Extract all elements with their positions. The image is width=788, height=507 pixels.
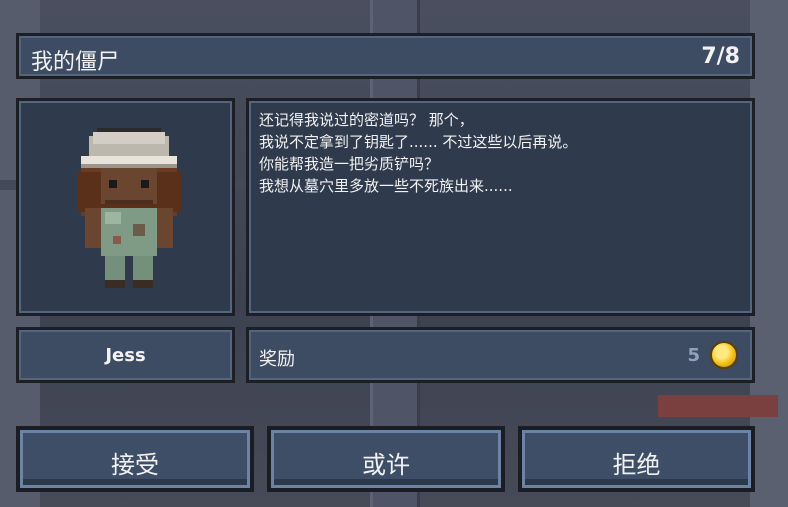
quest-title-bar: 我的僵尸 7/8: [16, 33, 755, 79]
reward-label: 奖励: [259, 349, 295, 370]
quest-title: 我的僵尸: [31, 50, 120, 75]
background-wall-right: [750, 0, 788, 507]
gold-coin-icon: [710, 341, 738, 369]
maybe-button-label: 或许: [362, 451, 410, 479]
dialog-panel: 还记得我说过的密道吗？ 那个， 我说不定拿到了钥匙了...... 不过这些以后再…: [246, 98, 755, 316]
dialog-line: 你能帮我造一把劣质铲吗？: [259, 155, 440, 173]
accept-button[interactable]: 接受: [16, 426, 254, 492]
zombie-portrait: [77, 128, 181, 288]
dialog-line: 我想从墓穴里多放一些不死族出来......: [259, 177, 513, 195]
quest-count: 7/8: [701, 44, 740, 69]
reward-panel: 奖励 5: [246, 327, 755, 383]
maybe-button[interactable]: 或许: [267, 426, 505, 492]
accept-button-label: 接受: [111, 451, 159, 479]
refuse-button-label: 拒绝: [612, 451, 661, 479]
character-name: Jess: [105, 345, 146, 366]
dialog-text: 还记得我说过的密道吗？ 那个， 我说不定拿到了钥匙了...... 不过这些以后再…: [259, 109, 742, 197]
dialog-line: 还记得我说过的密道吗？ 那个，: [259, 111, 474, 129]
character-portrait-panel: [16, 98, 235, 316]
background-prop: [658, 395, 778, 417]
reward-value: 5: [687, 345, 700, 366]
refuse-button[interactable]: 拒绝: [518, 426, 755, 492]
dialog-line: 我说不定拿到了钥匙了...... 不过这些以后再说。: [259, 133, 578, 151]
character-name-panel: Jess: [16, 327, 235, 383]
